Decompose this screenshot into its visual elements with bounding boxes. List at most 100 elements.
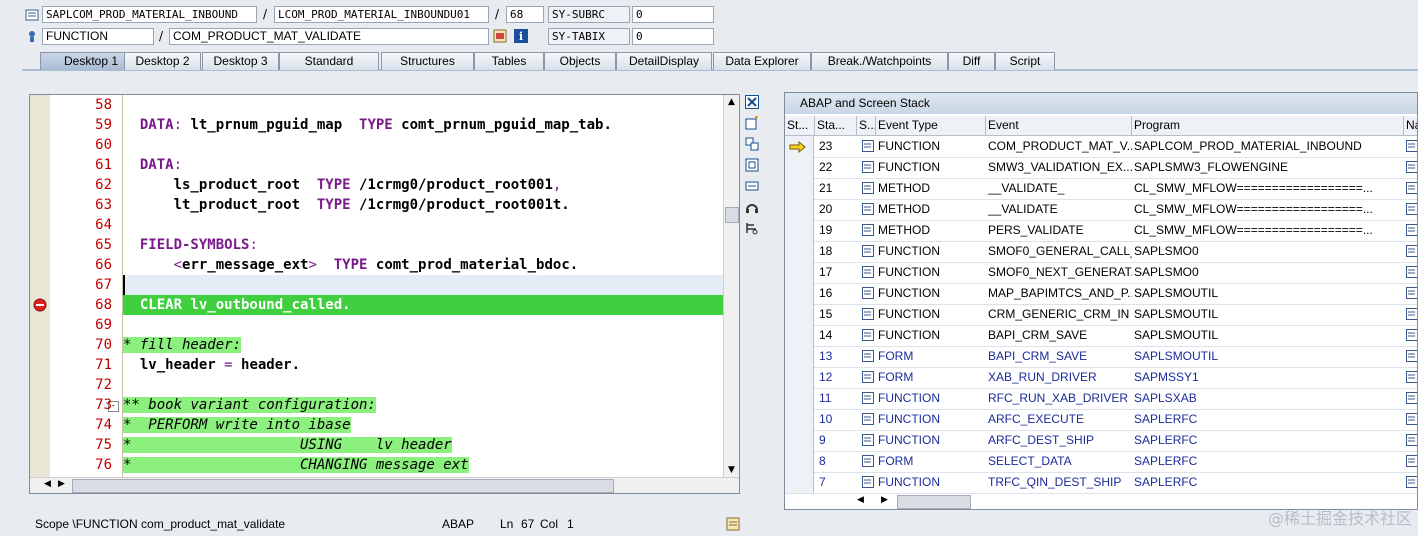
column-header[interactable]: Sta... xyxy=(815,116,857,135)
stack-row[interactable]: 14 FUNCTION BAPI_CRM_SAVE SAPLSMOUTIL xyxy=(785,325,1417,347)
tab-detaildisplay[interactable]: DetailDisplay xyxy=(616,52,712,70)
maximize-icon[interactable] xyxy=(744,157,760,173)
navigate-icon[interactable] xyxy=(1406,350,1417,365)
row-selector[interactable] xyxy=(785,157,814,178)
source-editor[interactable]: - 58 59 60 61 62 63 64 65 66 67 68 69 70 71 72 73 74 75 76… xyxy=(29,94,740,494)
event-type-field[interactable]: FUNCTION xyxy=(42,28,154,45)
row-selector[interactable] xyxy=(785,304,814,325)
stack-row[interactable]: 12 FORM XAB_RUN_DRIVER SAPMSSY1 xyxy=(785,367,1417,389)
row-selector[interactable] xyxy=(785,451,814,472)
tab-desktop-3[interactable]: Desktop 3 xyxy=(202,52,279,70)
code-line[interactable]: <err_message_ext> TYPE comt_prod_materia… xyxy=(123,255,579,275)
new-tool-icon[interactable] xyxy=(744,115,760,131)
code-line[interactable]: * USING lv header xyxy=(123,435,452,455)
tab-standard[interactable]: Standard xyxy=(279,52,379,70)
tab-structures[interactable]: Structures xyxy=(381,52,474,70)
stack-row[interactable]: 10 FUNCTION ARFC_EXECUTE SAPLERFC xyxy=(785,409,1417,431)
navigate-icon[interactable] xyxy=(1406,329,1417,344)
navigate-icon[interactable] xyxy=(1406,371,1417,386)
stack-row[interactable]: 8 FORM SELECT_DATA SAPLERFC xyxy=(785,451,1417,473)
navigate-icon[interactable] xyxy=(1406,182,1417,197)
row-selector[interactable] xyxy=(785,283,814,304)
sysfield-name-2[interactable]: SY-TABIX xyxy=(548,28,630,45)
sysfield-value-1[interactable]: 0 xyxy=(632,6,714,23)
column-header[interactable]: St... xyxy=(785,116,815,135)
line-field[interactable]: 68 xyxy=(506,6,544,23)
stack-row[interactable]: 17 FUNCTION SMOF0_NEXT_GENERAT... SAPLSMO0 xyxy=(785,262,1417,284)
code-line[interactable]: CLEAR lv_outbound_called. xyxy=(123,295,723,315)
breakpoint-gutter[interactable] xyxy=(30,95,51,493)
tab-desktop-2[interactable]: Desktop 2 xyxy=(124,52,201,70)
stack-row[interactable]: 23 FUNCTION COM_PRODUCT_MAT_V... SAPLCOM_PR… xyxy=(785,136,1417,158)
column-header[interactable]: Na xyxy=(1404,116,1417,135)
column-header[interactable]: Event Type xyxy=(876,116,986,135)
code-line[interactable]: * CHANGING message ext xyxy=(123,455,469,475)
code-line[interactable]: lv_header = header. xyxy=(123,355,300,375)
navigate-icon[interactable] xyxy=(1406,455,1417,470)
close-icon[interactable] xyxy=(744,94,760,110)
stack-row[interactable]: 13 FORM BAPI_CRM_SAVE SAPLSMOUTIL xyxy=(785,346,1417,368)
stack-row[interactable]: 21 METHOD __VALIDATE_ CL_SMW_MFLOW=========… xyxy=(785,178,1417,200)
navigate-icon[interactable] xyxy=(1406,308,1417,323)
note-icon[interactable] xyxy=(726,517,740,536)
tab-script[interactable]: Script xyxy=(995,52,1055,70)
stack-row[interactable]: 20 METHOD __VALIDATE CL_SMW_MFLOW==========… xyxy=(785,199,1417,221)
include-field[interactable]: LCOM_PROD_MATERIAL_INBOUNDU01 xyxy=(274,6,489,23)
event-name-field[interactable]: COM_PRODUCT_MAT_VALIDATE xyxy=(169,28,489,45)
swap-tool-icon[interactable] xyxy=(744,136,760,152)
navigate-icon[interactable] xyxy=(1406,287,1417,302)
navigate-icon[interactable] xyxy=(1406,140,1417,155)
navigate-icon[interactable] xyxy=(1406,392,1417,407)
stack-row[interactable]: 22 FUNCTION SMW3_VALIDATION_EX... SAPLSMW3_… xyxy=(785,157,1417,179)
navigate-icon[interactable] xyxy=(1406,161,1417,176)
tab-objects[interactable]: Objects xyxy=(544,52,616,70)
row-selector[interactable] xyxy=(785,178,814,199)
navigate-icon[interactable] xyxy=(1406,266,1417,281)
tab-tables[interactable]: Tables xyxy=(474,52,544,70)
navigate-icon[interactable] xyxy=(1406,224,1417,239)
code-line[interactable] xyxy=(123,275,725,295)
stack-row[interactable]: 19 METHOD PERS_VALIDATE CL_SMW_MFLOW=======… xyxy=(785,220,1417,242)
program-field[interactable]: SAPLCOM_PROD_MATERIAL_INBOUND xyxy=(42,6,257,23)
row-selector[interactable] xyxy=(785,325,814,346)
code-line[interactable]: ls_product_root TYPE /1crmg0/product_roo… xyxy=(123,175,562,195)
column-header[interactable]: Program xyxy=(1132,116,1404,135)
stack-row[interactable]: 9 FUNCTION ARFC_DEST_SHIP SAPLERFC xyxy=(785,430,1417,452)
row-selector[interactable] xyxy=(785,367,814,388)
row-selector[interactable] xyxy=(785,136,814,157)
stack-row[interactable]: 7 FUNCTION TRFC_QIN_DEST_SHIP SAPLERFC xyxy=(785,472,1417,494)
column-header[interactable]: Event xyxy=(986,116,1132,135)
code-area[interactable]: DATA: lt_prnum_pguid_map TYPE comt_prnum… xyxy=(122,95,725,493)
display-source-icon[interactable] xyxy=(493,29,507,43)
row-selector[interactable] xyxy=(785,241,814,262)
tab-break-watchpoints[interactable]: Break./Watchpoints xyxy=(811,52,948,70)
tab-data-explorer[interactable]: Data Explorer xyxy=(713,52,811,70)
services-icon[interactable] xyxy=(744,199,760,215)
code-line[interactable]: DATA: lt_prnum_pguid_map TYPE comt_prnum… xyxy=(123,115,612,135)
code-line[interactable]: FIELD-SYMBOLS: xyxy=(123,235,258,255)
navigate-icon[interactable] xyxy=(1406,245,1417,260)
settings-icon[interactable] xyxy=(744,220,760,236)
code-line[interactable]: * fill header: xyxy=(123,335,242,355)
navigate-icon[interactable] xyxy=(1406,476,1417,491)
resize-icon[interactable] xyxy=(744,178,760,194)
navigate-icon[interactable] xyxy=(1406,434,1417,449)
editor-horizontal-scrollbar[interactable]: ◀ ▶ xyxy=(30,477,739,493)
stack-row[interactable]: 11 FUNCTION RFC_RUN_XAB_DRIVER SAPLSXAB xyxy=(785,388,1417,410)
sysfield-name-1[interactable]: SY-SUBRC xyxy=(548,6,630,23)
stack-row[interactable]: 16 FUNCTION MAP_BAPIMTCS_AND_P... SAPLSMOUT… xyxy=(785,283,1417,305)
code-line[interactable]: lt_product_root TYPE /1crmg0/product_roo… xyxy=(123,195,570,215)
sysfield-value-2[interactable]: 0 xyxy=(632,28,714,45)
breakpoint-icon[interactable] xyxy=(33,298,47,315)
code-line[interactable]: * PERFORM write into ibase xyxy=(123,415,351,435)
row-selector[interactable] xyxy=(785,262,814,283)
tab-diff[interactable]: Diff xyxy=(948,52,995,70)
row-selector[interactable] xyxy=(785,346,814,367)
stack-row[interactable]: 18 FUNCTION SMOF0_GENERAL_CALL_... SAPLSMO0 xyxy=(785,241,1417,263)
row-selector[interactable] xyxy=(785,220,814,241)
row-selector[interactable] xyxy=(785,199,814,220)
stack-row[interactable]: 15 FUNCTION CRM_GENERIC_CRM_IN SAPLSMOUTIL xyxy=(785,304,1417,326)
navigate-icon[interactable] xyxy=(1406,203,1417,218)
row-selector[interactable] xyxy=(785,430,814,451)
code-line[interactable]: DATA: xyxy=(123,155,182,175)
